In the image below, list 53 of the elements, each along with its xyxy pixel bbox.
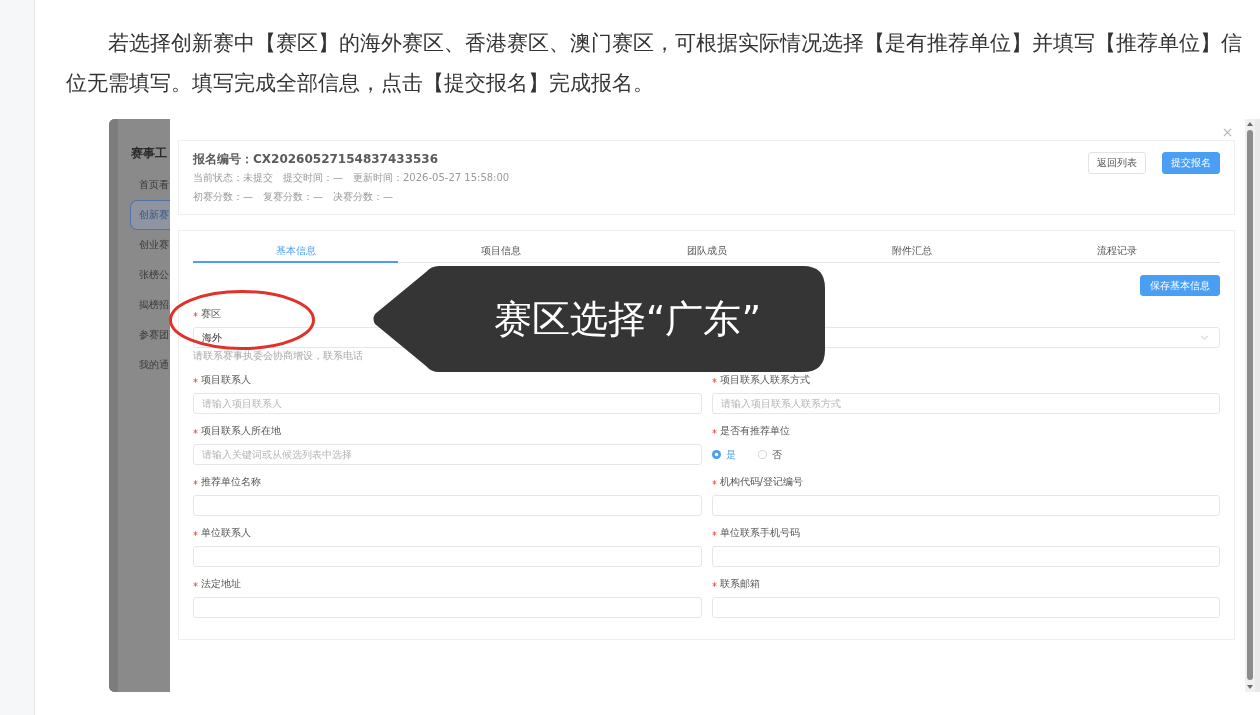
close-icon[interactable] [1223,128,1232,137]
paragraph-line: 若选择创新赛中【赛区】的海外赛区、香港赛区、澳门赛区，可根据实际情况选择【是有推荐单位】并填写【推荐单位】信 [108,30,1242,57]
radio-option[interactable]: 否 [757,447,782,462]
meta-text: 决赛分数：— [333,190,393,204]
sidebar-item[interactable]: 参赛团 [130,320,170,350]
text-field[interactable]: 请输入项目联系人 [193,393,702,414]
text-field[interactable] [711,546,1220,567]
paragraph-line: 位无需填写。填写完成全部信息，点击【提交报名】完成报名。 [66,70,654,97]
meta-text: 初赛分数：— [193,190,253,204]
field-label: 法定地址 [201,577,241,591]
tab[interactable]: 项目信息 [398,240,604,263]
radio-option[interactable]: 是 [711,447,736,462]
field-label: 联系邮箱 [719,577,760,591]
text-field[interactable] [193,546,702,567]
meta-text: 提交时间：— [283,171,343,185]
field-label: 单位联系手机号码 [719,526,800,540]
field-label: 单位联系人 [201,526,251,540]
text-field[interactable]: 请输入项目联系人联系方式 [711,393,1220,414]
sidebar-item[interactable]: 创新赛 [130,200,170,230]
save-button[interactable]: 保存基本信息 [1140,275,1220,296]
hint-text: 请联系赛事执委会协商增设，联系电话 [193,350,363,362]
back-to-list-button[interactable]: 返回列表 [1088,152,1146,174]
meta-text: 更新时间：2026-05-27 15:58:00 [353,171,510,185]
tab[interactable]: 团队成员 [603,240,810,263]
field-label: 是否有推荐单位 [719,424,790,438]
text-field[interactable] [711,495,1220,516]
submit-button[interactable]: 提交报名 [1162,152,1220,174]
field-label: 机构代码/登记编号 [719,475,803,489]
meta-text: 当前状态：未提交 [193,171,273,185]
scrollbar-thumb[interactable] [1247,130,1253,680]
sidebar-item[interactable]: 张榜公 [130,260,170,290]
text-field[interactable] [193,597,702,618]
field-label: 项目联系人 [201,373,251,387]
sidebar-item[interactable]: 创业赛 [130,230,170,260]
caret-up-icon[interactable] [1247,122,1253,126]
registration-number: 报名编号：CX20260527154837433536 [193,152,440,166]
tab[interactable]: 基本信息 [193,240,399,263]
meta-text: 复赛分数：— [263,190,323,204]
text-field[interactable]: 请输入关键词或从候选列表中选择 [193,444,702,465]
field-label: 项目联系人联系方式 [719,373,810,387]
sidebar-item[interactable]: 首页看 [130,170,170,200]
sidebar-item[interactable]: 我的通 [130,350,170,380]
sidebar-title: 赛事工 [131,145,168,161]
text-field[interactable] [711,597,1220,618]
tab[interactable]: 流程记录 [1014,240,1221,263]
text-field[interactable] [193,495,702,516]
tab[interactable]: 附件汇总 [809,240,1015,263]
chevron-down-icon [1200,335,1209,340]
field-label: 推荐单位名称 [201,475,261,489]
field-label: 项目联系人所在地 [201,424,281,438]
caret-down-icon[interactable] [1247,685,1253,689]
field-label: 赛区 [201,307,221,321]
sidebar-item[interactable]: 揭榜招 [130,290,170,320]
